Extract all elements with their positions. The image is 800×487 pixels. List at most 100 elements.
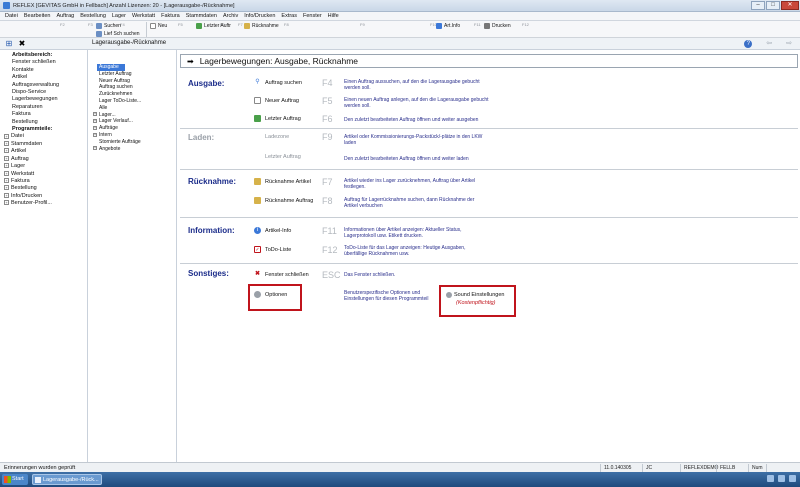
neuer-auftrag-action[interactable]: Neuer Auftrag xyxy=(254,97,299,104)
expand-icon[interactable]: + xyxy=(4,185,9,191)
sidebar-item[interactable]: + Stammdaten xyxy=(0,141,87,148)
ruecknahme-auftrag-action[interactable]: Rücknahme Auftrag xyxy=(254,197,313,204)
minimize-button[interactable]: – xyxy=(751,1,765,10)
ruecknahme-button[interactable]: Rücknahme xyxy=(244,23,279,29)
sidebar-item[interactable]: Auftragsverwaltung xyxy=(0,82,87,89)
menu-info-drucken[interactable]: Info/Drucken xyxy=(241,13,278,19)
tray-icon[interactable] xyxy=(789,475,796,482)
sidebar-item[interactable]: + Benutzer-Profil... xyxy=(0,200,87,207)
tree-item[interactable]: + Intern xyxy=(89,132,176,139)
sidebar-item-label: Fenster schließen xyxy=(12,59,56,66)
close-icon[interactable]: ✖ xyxy=(18,40,26,48)
menu-bestellung[interactable]: Bestellung xyxy=(77,13,109,19)
todo-liste-action[interactable]: ✓ ToDo-Liste xyxy=(254,246,291,253)
art-info-button[interactable]: Art.Info xyxy=(436,23,460,29)
sidebar-item[interactable]: Lagerbewegungen xyxy=(0,96,87,103)
fenster-schliessen-action[interactable]: ✖ Fenster schließen xyxy=(254,271,309,278)
letzter-auftrag-laden-action[interactable]: Letzter Auftrag xyxy=(265,154,301,160)
sidebar-item[interactable]: + Datei xyxy=(0,133,87,140)
taskbar-app-button[interactable]: Lagerausgabe-/Rück... xyxy=(32,474,102,485)
menu-lager[interactable]: Lager xyxy=(109,13,129,19)
tree-item[interactable]: Stornierte Aufträge xyxy=(89,139,176,146)
tree-item[interactable]: + Aufträge xyxy=(89,125,176,132)
menu-werkstatt[interactable]: Werkstatt xyxy=(129,13,158,19)
menu-hilfe[interactable]: Hilfe xyxy=(325,13,342,19)
sidebar-item[interactable]: + Werkstatt xyxy=(0,171,87,178)
tray-icon[interactable] xyxy=(778,475,785,482)
fkey-label: F9 xyxy=(360,22,365,27)
fkey-label: F8 xyxy=(284,22,289,27)
letzter-auftrag-action[interactable]: Letzter Auftrag xyxy=(254,115,301,122)
drucken-button[interactable]: Drucken xyxy=(484,23,511,29)
lief-sch-suchen-button[interactable]: Lief Sch suchen xyxy=(96,31,140,37)
menu-extras[interactable]: Extras xyxy=(278,13,300,19)
maximize-button[interactable]: □ xyxy=(766,1,780,10)
back-arrow-icon[interactable]: ⇦ xyxy=(766,40,772,48)
menu-fenster[interactable]: Fenster xyxy=(300,13,325,19)
artikel-info-action[interactable]: i Artikel-Info xyxy=(254,227,291,234)
tree-item[interactable]: Neuer Auftrag xyxy=(89,78,176,85)
expand-icon[interactable]: + xyxy=(4,133,9,139)
menu-bearbeiten[interactable]: Bearbeiten xyxy=(21,13,54,19)
expand-icon[interactable]: + xyxy=(93,132,97,137)
tree-item[interactable]: Alle xyxy=(89,105,176,112)
letzter-auftr-button[interactable]: Letzter Auftr xyxy=(196,23,231,29)
menu-stammdaten[interactable]: Stammdaten xyxy=(183,13,220,19)
tree-item[interactable]: + Lager... xyxy=(89,112,176,119)
help-icon[interactable]: ? xyxy=(744,40,753,48)
tree-item[interactable]: Auftrag suchen xyxy=(89,84,176,91)
sound-einstellungen-action[interactable]: Sound Einstellungen (Kostenpflichtig) xyxy=(446,292,504,306)
optionen-action[interactable]: Optionen xyxy=(254,291,287,298)
suchen-button[interactable]: Suchen xyxy=(96,23,121,29)
menu-auftrag[interactable]: Auftrag xyxy=(53,13,77,19)
tree-item[interactable]: Zurücknehmen xyxy=(89,91,176,98)
section-divider xyxy=(180,217,798,218)
sidebar-item[interactable]: + Faktura xyxy=(0,178,87,185)
ladezone-action[interactable]: Ladezone xyxy=(265,134,289,140)
expand-icon[interactable]: + xyxy=(93,125,97,130)
expand-icon[interactable]: + xyxy=(93,112,97,117)
tab-title: Lagerausgabe-/Rücknahme xyxy=(92,40,167,46)
sidebar-item[interactable]: Dispo-Service xyxy=(0,89,87,96)
expand-icon[interactable]: + xyxy=(4,163,9,169)
sidebar-item[interactable]: Fenster schließen xyxy=(0,59,87,66)
tray-icon[interactable] xyxy=(767,475,774,482)
sidebar-item[interactable]: Bestellung xyxy=(0,119,87,126)
ruecknahme-artikel-action[interactable]: Rücknahme Artikel xyxy=(254,178,311,185)
tree-item[interactable]: + Lager Verlauf... xyxy=(89,118,176,125)
menu-datei[interactable]: Datei xyxy=(2,13,21,19)
menu-archiv[interactable]: Archiv xyxy=(220,13,241,19)
expand-icon[interactable]: + xyxy=(4,200,9,206)
expand-icon[interactable]: + xyxy=(93,146,97,151)
title-bar: REFLEX [GEVITAS GmbH in Fellbach] Anzahl… xyxy=(0,0,800,12)
sound-kostenpflichtig-label: (Kostenpflichtig) xyxy=(456,300,496,306)
start-button[interactable]: Start xyxy=(2,474,28,485)
expand-icon[interactable]: + xyxy=(4,155,9,161)
auftrag-suchen-action[interactable]: ⚲ Auftrag suchen xyxy=(254,79,302,86)
expand-icon[interactable]: + xyxy=(93,119,97,124)
sidebar-item[interactable]: Artikel xyxy=(0,74,87,81)
close-window-button[interactable]: ✕ xyxy=(781,1,799,10)
sidebar-item[interactable]: Reparaturen xyxy=(0,104,87,111)
expand-icon[interactable]: + xyxy=(4,140,9,146)
expand-icon[interactable]: + xyxy=(4,170,9,176)
tree-item[interactable]: Letzter Auftrag xyxy=(89,71,176,78)
sidebar-item[interactable]: + Artikel xyxy=(0,148,87,155)
tree-item[interactable]: + Angebote xyxy=(89,146,176,153)
menu-faktura[interactable]: Faktura xyxy=(158,13,183,19)
expand-icon[interactable]: + xyxy=(4,177,9,183)
expand-icon[interactable]: + xyxy=(4,192,9,198)
home-icon[interactable]: ⊞ xyxy=(5,40,13,48)
ladezone-desc: Artikel oder Kommissionierungs-Packstück… xyxy=(344,134,483,147)
expand-icon[interactable]: + xyxy=(4,148,9,154)
sidebar-item[interactable]: + Lager xyxy=(0,163,87,170)
tree-item[interactable]: Ausgabe xyxy=(97,64,125,71)
sidebar-item[interactable]: Kontakte xyxy=(0,67,87,74)
sidebar-item[interactable]: + Auftrag xyxy=(0,156,87,163)
forward-arrow-icon[interactable]: ⇨ xyxy=(786,40,792,48)
sidebar-item[interactable]: + Bestellung xyxy=(0,185,87,192)
neu-button[interactable]: Neu xyxy=(150,23,167,29)
sidebar-item[interactable]: + Info/Drucken xyxy=(0,193,87,200)
sidebar-item[interactable]: Faktura xyxy=(0,111,87,118)
tree-item[interactable]: Lager ToDo-Liste... xyxy=(89,98,176,105)
